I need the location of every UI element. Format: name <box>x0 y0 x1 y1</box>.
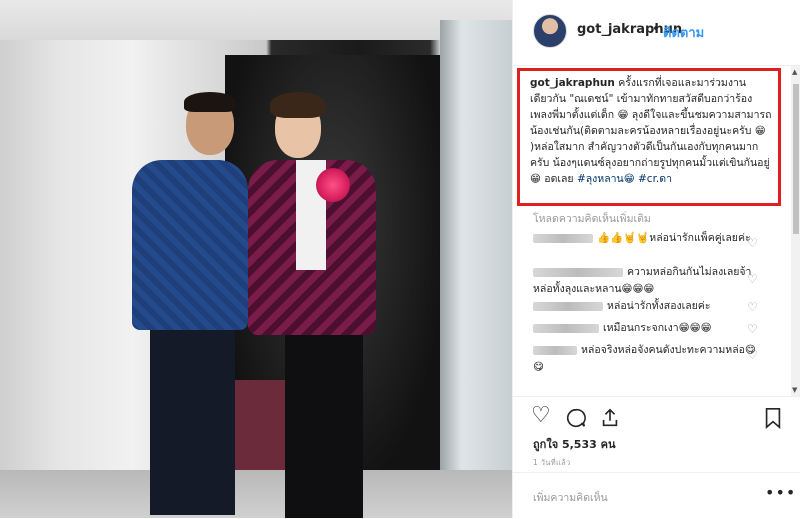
comment-icon[interactable] <box>565 403 587 429</box>
heart-icon[interactable]: ♡ <box>747 322 758 336</box>
blurred-username[interactable] <box>533 345 577 355</box>
comments-list[interactable]: got_jakraphun ครั้งแรกที่เจอและมาร่วมงาน… <box>513 66 789 396</box>
scrollbar-thumb[interactable] <box>793 84 799 234</box>
list-item: หล่อจริงหล่อจังคนดังปะทะความหล่อ😋😋 <box>533 342 763 376</box>
person-right-hair <box>270 92 326 118</box>
person-right-legs <box>285 330 363 518</box>
instagram-post: got_jakraphun • ติดตาม got_jakraphun ครั… <box>0 0 800 518</box>
scroll-up-icon[interactable]: ▲ <box>792 68 797 76</box>
person-left-hair <box>184 92 236 112</box>
load-more-comments[interactable]: โหลดความคิดเห็นเพิ่มเติม <box>533 210 651 227</box>
person-left-jacket <box>132 160 248 330</box>
blurred-username[interactable] <box>533 233 593 243</box>
avatar[interactable] <box>533 14 567 48</box>
corsage-flower <box>316 168 350 202</box>
blurred-username[interactable] <box>533 301 603 311</box>
add-comment-input[interactable]: เพิ่มความคิดเห็น <box>533 489 608 506</box>
caption-highlight-box: got_jakraphun ครั้งแรกที่เจอและมาร่วมงาน… <box>517 68 781 206</box>
scroll-down-icon[interactable]: ▼ <box>792 386 797 394</box>
door-frame <box>440 20 512 518</box>
post-photo[interactable] <box>0 0 512 518</box>
caption-username[interactable]: got_jakraphun <box>530 77 615 89</box>
blurred-username[interactable] <box>533 323 599 333</box>
heart-icon[interactable]: ♡ <box>747 272 758 286</box>
list-item: ความหล่อกินกันไม่ลงเลยจ้า หล่อทั้งลุงและ… <box>533 264 763 298</box>
comment-text: 👍👍🤘🤘หล่อน่ารักแพ็คคู่เลยค่ะ <box>597 232 751 244</box>
comment-text: เหมือนกระจกเงา😁😁😁 <box>603 322 712 334</box>
caption-hashtags[interactable]: #ลุงหลาน😁 #cr.ดา <box>577 173 672 185</box>
list-item: 👍👍🤘🤘หล่อน่ารักแพ็คคู่เลยค่ะ <box>533 230 763 247</box>
share-icon[interactable] <box>599 403 621 429</box>
list-item: หล่อน่ารักทั้งสองเลยค่ะ <box>533 298 763 315</box>
tent-ceiling <box>0 0 512 40</box>
post-timestamp[interactable]: 1 วันที่แล้ว <box>533 457 570 469</box>
person-left-legs <box>150 325 235 515</box>
heart-icon[interactable]: ♡ <box>747 300 758 314</box>
floor <box>0 470 512 518</box>
follow-button[interactable]: ติดตาม <box>663 22 704 43</box>
more-icon[interactable]: ••• <box>765 483 796 502</box>
heart-icon[interactable]: ♡ <box>747 348 758 362</box>
post-header: got_jakraphun • ติดตาม <box>513 0 800 66</box>
heart-icon[interactable]: ♡ <box>747 236 758 250</box>
header-separator: • <box>652 22 660 37</box>
bookmark-icon[interactable] <box>763 403 783 429</box>
list-item: เหมือนกระจกเงา😁😁😁 <box>533 320 763 337</box>
likes-count[interactable]: ถูกใจ 5,533 คน <box>533 435 615 453</box>
caption-text: ครั้งแรกที่เจอและมาร่วมงานเดียวกัน "ณเดช… <box>530 77 772 185</box>
comments-scrollbar[interactable]: ▲ ▼ <box>791 66 800 396</box>
heart-icon[interactable]: ♡ <box>531 403 551 428</box>
post-side-panel: got_jakraphun • ติดตาม got_jakraphun ครั… <box>512 0 800 518</box>
blurred-username[interactable] <box>533 267 623 277</box>
add-comment-bar: เพิ่มความคิดเห็น ••• <box>513 472 800 519</box>
comment-text: หล่อน่ารักทั้งสองเลยค่ะ <box>607 300 711 312</box>
